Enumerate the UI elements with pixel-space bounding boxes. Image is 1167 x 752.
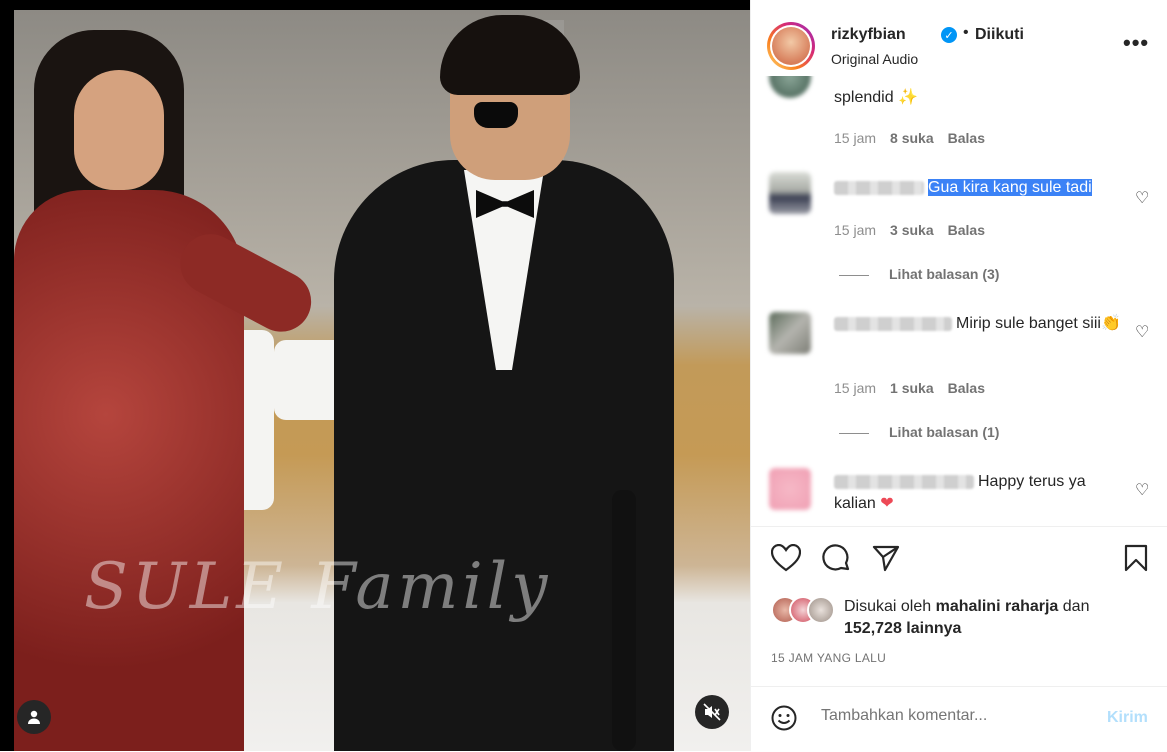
- more-options-icon[interactable]: •••: [1123, 30, 1149, 56]
- likes-text: Disukai oleh mahalini raharja dan 152,72…: [844, 596, 1089, 640]
- video-watermark: SULE Family: [84, 550, 552, 624]
- add-comment-bar: Kirim: [751, 686, 1167, 752]
- paper-plane-icon: [872, 545, 900, 572]
- comment-time: 15 jam: [834, 222, 877, 238]
- view-replies-button[interactable]: Lihat balasan (3): [839, 266, 999, 282]
- clapping-emoji: 👏: [1100, 315, 1121, 332]
- heart-icon: [771, 544, 801, 572]
- reply-button[interactable]: Balas: [948, 130, 985, 146]
- reply-button[interactable]: Balas: [948, 380, 985, 396]
- emoji-picker-button[interactable]: [771, 705, 797, 731]
- comment-avatar[interactable]: [769, 172, 811, 214]
- verified-badge-icon: ✓: [941, 27, 957, 43]
- post-media[interactable]: SULE Family: [0, 0, 750, 751]
- comment-meta: 15 jam 8 suka Balas: [834, 130, 985, 146]
- comments-list[interactable]: splendid ✨ 15 jam 8 suka Balas Gua kira ka…: [751, 76, 1167, 526]
- post-side-panel: rizkyfbian ✓ • Diikuti Original Audio ••…: [750, 0, 1167, 751]
- blurred-username[interactable]: [834, 474, 974, 489]
- comment-text: Gua kira kang sule tadi: [834, 177, 1092, 199]
- comment-likes[interactable]: 3 suka: [890, 222, 934, 238]
- liker-username-link[interactable]: mahalini raharja: [936, 598, 1059, 615]
- avatar-border: [770, 25, 812, 67]
- woman-face: [74, 70, 164, 190]
- bookmark-icon: [1124, 544, 1148, 572]
- comment-body: Mirip sule banget siii: [956, 315, 1101, 332]
- audio-link[interactable]: Original Audio: [831, 51, 918, 67]
- video-frame[interactable]: SULE Family: [14, 10, 750, 751]
- speaker-muted-icon: [703, 703, 721, 721]
- likes-and: dan: [1062, 598, 1090, 615]
- like-comment-heart-icon[interactable]: ♡: [1135, 322, 1149, 342]
- comment-time: 15 jam: [834, 130, 877, 146]
- comment-body: splendid: [834, 89, 894, 106]
- likes-prefix: Disukai oleh: [844, 598, 932, 615]
- comment-text: Happy terus ya kalian ❤: [834, 471, 1114, 515]
- like-comment-heart-icon[interactable]: ♡: [1135, 188, 1149, 208]
- comment-likes[interactable]: 8 suka: [890, 130, 934, 146]
- like-button[interactable]: [769, 541, 803, 575]
- red-heart-emoji: ❤: [880, 495, 894, 512]
- blurred-username[interactable]: [834, 316, 952, 331]
- comment-text: Mirip sule banget siii👏: [834, 313, 1124, 335]
- likes-count-link[interactable]: 152,728 lainnya: [844, 620, 961, 637]
- comment-meta: 15 jam 1 suka Balas: [834, 380, 985, 396]
- comment-meta: 15 jam 3 suka Balas: [834, 222, 985, 238]
- walking-cane: [612, 490, 636, 751]
- author-avatar[interactable]: [767, 22, 815, 70]
- header-separator: •: [963, 24, 969, 41]
- comment-bubble-icon: [822, 544, 850, 571]
- post-timestamp[interactable]: 15 JAM YANG LALU: [771, 651, 886, 665]
- share-button[interactable]: [869, 541, 903, 575]
- comment-button[interactable]: [819, 541, 853, 575]
- save-button[interactable]: [1119, 541, 1153, 575]
- mustache: [474, 102, 518, 128]
- author-username[interactable]: rizkyfbian: [831, 26, 906, 44]
- reply-button[interactable]: Balas: [948, 222, 985, 238]
- user-icon: [28, 710, 40, 724]
- comment-avatar[interactable]: [769, 76, 811, 98]
- liker-avatar[interactable]: [807, 596, 835, 624]
- comment-avatar[interactable]: [769, 312, 811, 354]
- sparkles-emoji: ✨: [898, 89, 918, 106]
- view-replies-button[interactable]: Lihat balasan (1): [839, 424, 999, 440]
- comment-text: splendid ✨: [834, 87, 918, 109]
- comment-avatar[interactable]: [769, 468, 811, 510]
- comment-input[interactable]: [821, 707, 1081, 725]
- comment-body-selected: Gua kira kang sule tadi: [928, 179, 1092, 196]
- comment-likes[interactable]: 1 suka: [890, 380, 934, 396]
- post-comment-button[interactable]: Kirim: [1107, 709, 1148, 727]
- tagged-user-button[interactable]: [17, 700, 51, 734]
- comment-time: 15 jam: [834, 380, 877, 396]
- like-comment-heart-icon[interactable]: ♡: [1135, 480, 1149, 500]
- liker-avatars[interactable]: [771, 596, 841, 624]
- avatar-image: [772, 27, 810, 65]
- post-action-bar: [751, 526, 1167, 587]
- follow-status-button[interactable]: Diikuti: [975, 26, 1024, 44]
- smiley-icon: [771, 705, 797, 731]
- mute-button[interactable]: [695, 695, 729, 729]
- blurred-username[interactable]: [834, 180, 924, 195]
